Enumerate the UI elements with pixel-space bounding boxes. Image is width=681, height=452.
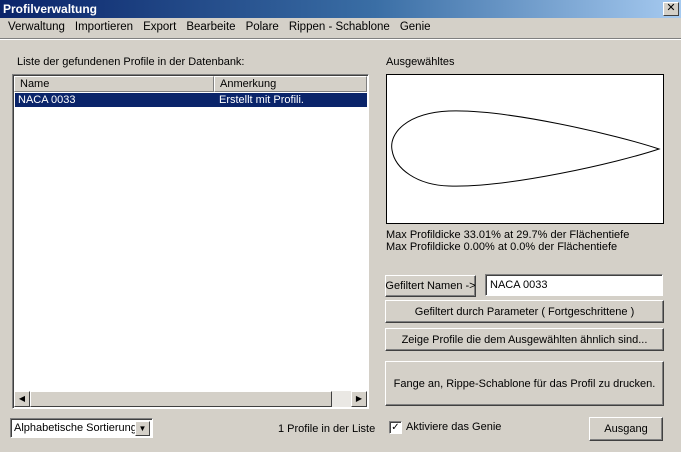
arrow-left-icon: ◀	[18, 394, 26, 403]
column-header-name[interactable]: Name	[14, 76, 214, 92]
info-line-1: Max Profildicke 33.01% at 29.7% der Fläc…	[386, 229, 630, 241]
menu-importieren[interactable]: Importieren	[70, 18, 138, 37]
exit-button[interactable]: Ausgang	[589, 417, 663, 441]
window-title: Profilverwaltung	[3, 2, 98, 16]
close-button[interactable]: ✕	[663, 2, 679, 16]
menu-separator	[0, 38, 681, 40]
filter-name-input[interactable]: NACA 0033	[485, 274, 663, 296]
sort-select[interactable]: Alphabetische Sortierung ▼	[10, 418, 153, 438]
chevron-down-icon: ▼	[138, 424, 147, 433]
filter-parameter-button[interactable]: Gefiltert durch Parameter ( Fortgeschrit…	[385, 300, 664, 323]
sort-dropdown-button[interactable]: ▼	[135, 421, 150, 436]
airfoil-outline	[391, 110, 661, 187]
check-icon: ✓	[391, 422, 400, 433]
horizontal-scrollbar[interactable]: ◀ ▶	[14, 391, 367, 407]
profile-count: 1 Profile in der Liste	[278, 423, 376, 435]
row-note: Erstellt mit Profili.	[219, 94, 304, 106]
title-bar: Profilverwaltung ✕	[0, 0, 681, 18]
table-row[interactable]: NACA 0033 Erstellt mit Profili.	[15, 93, 367, 107]
sort-select-value: Alphabetische Sortierung	[14, 422, 137, 434]
menu-polare[interactable]: Polare	[241, 18, 284, 37]
info-line-2: Max Profildicke 0.00% at 0.0% der Fläche…	[386, 241, 618, 253]
filter-name-button[interactable]: Gefiltert Namen ->	[385, 275, 476, 297]
list-label: Liste der gefundenen Profile in der Date…	[17, 56, 245, 68]
menu-bar: Verwaltung Importieren Export Bearbeite …	[0, 18, 681, 37]
list-header: Name Anmerkung	[14, 76, 367, 92]
airfoil-shape	[391, 110, 661, 187]
row-name: NACA 0033	[18, 94, 76, 106]
menu-genie[interactable]: Genie	[395, 18, 436, 37]
menu-rippen-schablone[interactable]: Rippen - Schablone	[284, 18, 395, 37]
profile-preview	[386, 74, 664, 224]
arrow-right-icon: ▶	[355, 394, 363, 403]
scroll-thumb[interactable]	[30, 391, 332, 407]
column-header-anmerkung[interactable]: Anmerkung	[214, 76, 367, 92]
menu-bearbeite[interactable]: Bearbeite	[181, 18, 240, 37]
preview-label: Ausgewähltes	[386, 56, 455, 68]
genie-checkbox[interactable]: ✓	[389, 421, 402, 434]
menu-verwaltung[interactable]: Verwaltung	[3, 18, 70, 37]
print-template-button[interactable]: Fange an, Rippe-Schablone für das Profil…	[385, 361, 664, 406]
profile-list[interactable]: Name Anmerkung NACA 0033 Erstellt mit Pr…	[12, 74, 369, 409]
genie-label: Aktiviere das Genie	[406, 421, 502, 433]
similar-profiles-button[interactable]: Zeige Profile die dem Ausgewählten ähnli…	[385, 328, 664, 351]
scroll-left-button[interactable]: ◀	[14, 391, 30, 407]
close-icon: ✕	[666, 2, 676, 14]
menu-export[interactable]: Export	[138, 18, 181, 37]
scroll-right-button[interactable]: ▶	[351, 391, 367, 407]
